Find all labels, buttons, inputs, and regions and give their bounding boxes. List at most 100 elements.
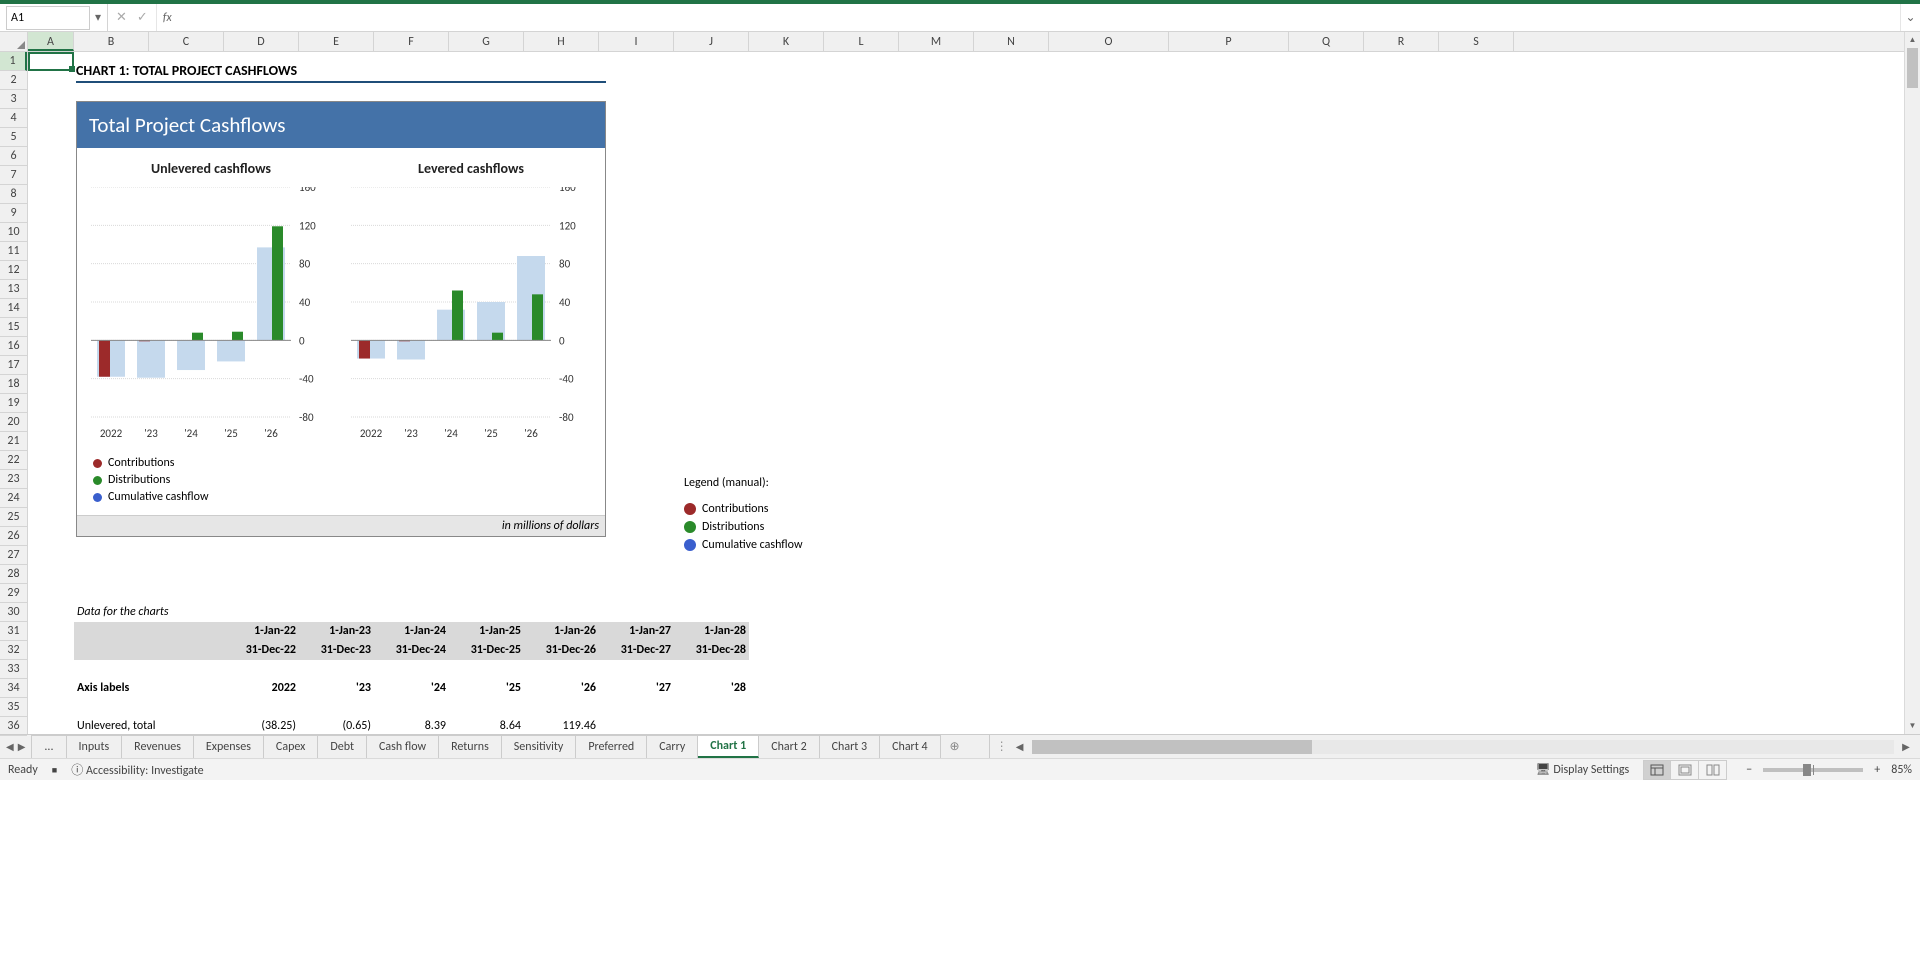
- select-all-corner[interactable]: [0, 32, 28, 52]
- data-cell[interactable]: 31-Dec-25: [449, 641, 524, 660]
- row-header[interactable]: 18: [0, 375, 27, 394]
- scroll-up-icon[interactable]: ▲: [1905, 32, 1920, 48]
- sheet-tab[interactable]: Chart 1: [698, 735, 759, 758]
- data-cell[interactable]: 1-Jan-27: [599, 622, 674, 641]
- data-cell[interactable]: '23: [299, 679, 374, 698]
- data-cell[interactable]: 1-Jan-24: [374, 622, 449, 641]
- row-header[interactable]: 21: [0, 432, 27, 451]
- mini-chart[interactable]: Unlevered cashflows -80-4004080120160202…: [81, 154, 341, 447]
- data-cell[interactable]: 31-Dec-26: [524, 641, 599, 660]
- hscroll-thumb[interactable]: [1032, 740, 1312, 754]
- name-box[interactable]: [6, 6, 90, 30]
- hscroll-track[interactable]: [1032, 740, 1894, 754]
- chart-panel[interactable]: Total Project Cashflows Unlevered cashfl…: [76, 101, 606, 537]
- column-header[interactable]: O: [1049, 32, 1169, 51]
- view-normal-button[interactable]: [1643, 760, 1671, 780]
- fx-icon[interactable]: fx: [157, 11, 178, 25]
- data-cell[interactable]: 1-Jan-23: [299, 622, 374, 641]
- data-cell[interactable]: 31-Dec-24: [374, 641, 449, 660]
- data-cell[interactable]: 8.39: [374, 717, 449, 734]
- data-cell[interactable]: '24: [374, 679, 449, 698]
- column-header[interactable]: N: [974, 32, 1049, 51]
- data-cell[interactable]: (0.65): [299, 717, 374, 734]
- row-header[interactable]: 13: [0, 280, 27, 299]
- data-cell[interactable]: Data for the charts: [74, 603, 274, 622]
- data-cell[interactable]: 1-Jan-22: [224, 622, 299, 641]
- row-header[interactable]: 31: [0, 622, 27, 641]
- data-cell[interactable]: '26: [524, 679, 599, 698]
- column-header[interactable]: Q: [1289, 32, 1364, 51]
- zoom-slider[interactable]: [1763, 768, 1863, 772]
- column-header[interactable]: P: [1169, 32, 1289, 51]
- row-header[interactable]: 32: [0, 641, 27, 660]
- sheet-tab[interactable]: Chart 3: [820, 735, 880, 758]
- zoom-in-button[interactable]: +: [1869, 763, 1885, 777]
- add-sheet-button[interactable]: ⊕: [941, 735, 969, 758]
- column-header[interactable]: G: [449, 32, 524, 51]
- row-header[interactable]: 12: [0, 261, 27, 280]
- sheet-tab[interactable]: Preferred: [576, 735, 647, 758]
- row-header[interactable]: 15: [0, 318, 27, 337]
- sheet-tab[interactable]: Inputs: [67, 735, 123, 758]
- row-header[interactable]: 11: [0, 242, 27, 261]
- row-header[interactable]: 7: [0, 166, 27, 185]
- sheet-tab[interactable]: Cash flow: [367, 735, 439, 758]
- sheet-tab[interactable]: Revenues: [122, 735, 194, 758]
- sheet-tab[interactable]: Carry: [647, 735, 698, 758]
- row-header[interactable]: 1: [0, 52, 27, 71]
- row-header[interactable]: 20: [0, 413, 27, 432]
- view-page-break-button[interactable]: [1699, 760, 1727, 780]
- row-header[interactable]: 6: [0, 147, 27, 166]
- mini-chart[interactable]: Levered cashflows -80-40040801201602022'…: [341, 154, 601, 447]
- sheet-tab[interactable]: Returns: [439, 735, 502, 758]
- view-page-layout-button[interactable]: [1671, 760, 1699, 780]
- row-header[interactable]: 36: [0, 717, 27, 736]
- data-cell[interactable]: Unlevered, total: [74, 717, 214, 734]
- row-header[interactable]: 28: [0, 565, 27, 584]
- display-settings-button[interactable]: 🖥 Display Settings: [1535, 762, 1629, 777]
- row-header[interactable]: 3: [0, 90, 27, 109]
- data-cell[interactable]: 8.64: [449, 717, 524, 734]
- row-header[interactable]: 17: [0, 356, 27, 375]
- column-header[interactable]: L: [824, 32, 899, 51]
- confirm-icon[interactable]: ✓: [137, 10, 148, 25]
- row-header[interactable]: 5: [0, 128, 27, 147]
- row-header[interactable]: 19: [0, 394, 27, 413]
- data-cell[interactable]: (38.25): [224, 717, 299, 734]
- zoom-out-button[interactable]: −: [1741, 763, 1757, 777]
- formula-input[interactable]: [178, 6, 1900, 30]
- tab-nav-prev-icon[interactable]: ◀: [6, 740, 14, 753]
- row-header[interactable]: 9: [0, 204, 27, 223]
- column-header[interactable]: H: [524, 32, 599, 51]
- row-header[interactable]: 23: [0, 470, 27, 489]
- row-header[interactable]: 29: [0, 584, 27, 603]
- scroll-left-icon[interactable]: ◀: [1012, 740, 1028, 753]
- row-header[interactable]: 25: [0, 508, 27, 527]
- data-cell[interactable]: '25: [449, 679, 524, 698]
- cancel-icon[interactable]: ✕: [116, 10, 127, 25]
- horizontal-scrollbar[interactable]: ⋮ ◀ ▶: [989, 735, 1920, 758]
- column-header[interactable]: K: [749, 32, 824, 51]
- vertical-scrollbar[interactable]: ▲ ▼: [1904, 32, 1920, 734]
- data-cell[interactable]: 2022: [224, 679, 299, 698]
- data-cell[interactable]: 31-Dec-28: [674, 641, 749, 660]
- zoom-level[interactable]: 85%: [1891, 763, 1912, 777]
- name-box-dropdown[interactable]: ▾: [90, 10, 106, 25]
- sheet-tab[interactable]: Capex: [264, 735, 318, 758]
- column-header[interactable]: I: [599, 32, 674, 51]
- column-header[interactable]: E: [299, 32, 374, 51]
- data-cell[interactable]: 31-Dec-22: [224, 641, 299, 660]
- sheet-tab[interactable]: Chart 2: [759, 735, 819, 758]
- sheet-tab[interactable]: Sensitivity: [502, 735, 577, 758]
- chart-block[interactable]: CHART 1: TOTAL PROJECT CASHFLOWS Total P…: [76, 62, 606, 537]
- column-header[interactable]: M: [899, 32, 974, 51]
- row-header[interactable]: 22: [0, 451, 27, 470]
- data-cell[interactable]: '28: [674, 679, 749, 698]
- row-header[interactable]: 14: [0, 299, 27, 318]
- data-cell[interactable]: 31-Dec-23: [299, 641, 374, 660]
- row-header[interactable]: 35: [0, 698, 27, 717]
- data-cell[interactable]: 1-Jan-25: [449, 622, 524, 641]
- column-header[interactable]: J: [674, 32, 749, 51]
- row-header[interactable]: 24: [0, 489, 27, 508]
- column-header[interactable]: F: [374, 32, 449, 51]
